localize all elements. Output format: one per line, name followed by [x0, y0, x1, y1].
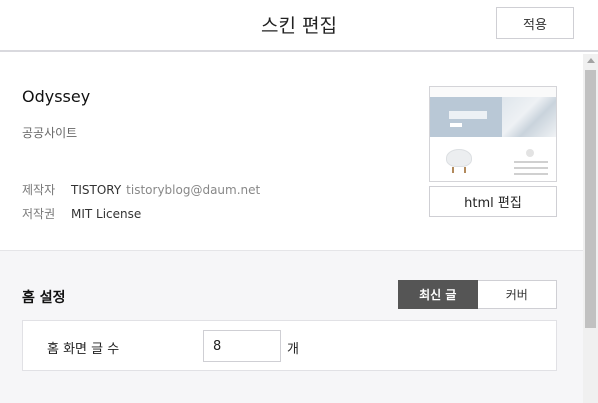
skin-description: 공공사이트: [22, 126, 78, 140]
license-label: 저작권: [22, 207, 56, 221]
home-settings-section: 홈 설정 최신 글 커버 홈 화면 글 수 개: [0, 251, 583, 403]
apply-button[interactable]: 적용: [496, 7, 574, 39]
home-settings-title: 홈 설정: [22, 290, 66, 306]
post-count-unit: 개: [287, 342, 299, 357]
preview-hero-text: [449, 111, 487, 119]
vertical-scrollbar[interactable]: [583, 54, 598, 403]
preview-avatar: [526, 149, 534, 157]
preview-navbar: [430, 87, 556, 97]
skin-info-panel: Odyssey 공공사이트 제작자 TISTORY tistoryblog@da…: [0, 54, 583, 251]
license-row: 저작권 MIT License: [22, 205, 141, 222]
preview-hero-graphic: [502, 97, 556, 137]
html-edit-button[interactable]: html 편집: [429, 186, 557, 217]
skin-preview-thumbnail: [429, 86, 557, 182]
skin-name: Odyssey: [22, 87, 91, 106]
scroll-up-arrow-icon[interactable]: [587, 58, 595, 63]
editor-header: 스킨 편집 적용: [0, 0, 598, 52]
preview-chair-image: [446, 149, 472, 167]
scrollbar-thumb[interactable]: [585, 70, 596, 328]
preview-hero-button: [450, 123, 462, 127]
maker-row: 제작자 TISTORY tistoryblog@daum.net: [22, 181, 260, 198]
post-count-input[interactable]: [203, 330, 281, 362]
license-value: MIT License: [71, 206, 142, 221]
preview-sidebar: [514, 161, 548, 181]
tab-latest-posts[interactable]: 최신 글: [398, 280, 478, 309]
maker-name: TISTORY: [71, 182, 122, 197]
editor-content: Odyssey 공공사이트 제작자 TISTORY tistoryblog@da…: [0, 54, 583, 403]
post-count-label: 홈 화면 글 수: [47, 342, 120, 357]
home-type-toggle: 최신 글 커버: [398, 280, 557, 309]
tab-cover[interactable]: 커버: [477, 280, 557, 309]
maker-email: tistoryblog@daum.net: [126, 182, 261, 197]
post-count-setting: 홈 화면 글 수 개: [22, 320, 557, 371]
preview-chair-legs: [452, 167, 466, 173]
maker-label: 제작자: [22, 183, 56, 197]
